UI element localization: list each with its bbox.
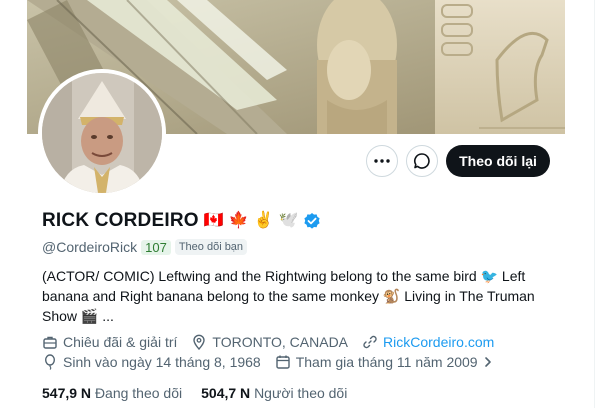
dove-emoji: 🕊️ bbox=[278, 212, 299, 229]
left-margin bbox=[0, 0, 27, 408]
verified-badge-icon[interactable] bbox=[303, 212, 321, 230]
bio: (ACTOR/ COMIC) Leftwing and the Rightwin… bbox=[42, 268, 535, 324]
calendar-icon bbox=[276, 355, 290, 369]
website-item[interactable]: RickCordeiro.com bbox=[362, 334, 494, 350]
right-margin bbox=[565, 0, 597, 408]
followers-count: 504,7 N bbox=[201, 385, 251, 401]
name-row: RICK CORDEIRO 🇨🇦 🍁 ✌️ 🕊️ bbox=[42, 210, 321, 232]
website-link[interactable]: RickCordeiro.com bbox=[383, 334, 494, 350]
chevron-right-icon bbox=[484, 357, 491, 367]
location-label: TORONTO, CANADA bbox=[212, 334, 349, 350]
message-bubble-icon bbox=[414, 153, 430, 169]
handle-row: @CordeiroRick 107 Theo dõi bạn bbox=[42, 239, 248, 255]
display-name: RICK CORDEIRO bbox=[42, 210, 199, 231]
handle: @CordeiroRick bbox=[42, 239, 138, 255]
profile-meta-row-1: Chiêu đãi & giải trí TORONTO, CANADA Ric… bbox=[42, 334, 494, 350]
briefcase-icon bbox=[43, 336, 57, 349]
maple-leaf-emoji: 🍁 bbox=[228, 212, 249, 229]
joined-label: Tham gia tháng 11 năm 2009 bbox=[295, 354, 478, 370]
follow-stats: 547,9 N Đang theo dõi 504,7 N Người theo… bbox=[42, 385, 347, 401]
followers-stat[interactable]: 504,7 N Người theo dõi bbox=[201, 385, 347, 401]
location-pin-icon bbox=[193, 334, 206, 350]
profile-meta-row-2: Sinh vào ngày 14 tháng 8, 1968 Tham gia … bbox=[42, 354, 493, 370]
following-count: 547,9 N bbox=[42, 385, 92, 401]
following-stat[interactable]: 547,9 N Đang theo dõi bbox=[42, 385, 182, 401]
victory-hand-emoji: ✌️ bbox=[253, 212, 274, 229]
location-item: TORONTO, CANADA bbox=[191, 334, 348, 350]
balloon-icon bbox=[44, 354, 56, 370]
avatar[interactable] bbox=[38, 69, 166, 197]
birthday-label: Sinh vào ngày 14 tháng 8, 1968 bbox=[63, 354, 261, 370]
more-horizontal-icon bbox=[374, 159, 390, 163]
birthday-item: Sinh vào ngày 14 tháng 8, 1968 bbox=[42, 354, 261, 370]
follow-back-button[interactable]: Theo dõi lại bbox=[446, 145, 550, 177]
more-button[interactable] bbox=[366, 145, 398, 177]
message-button[interactable] bbox=[406, 145, 438, 177]
avatar-photo bbox=[42, 73, 162, 193]
follows-you-badge: Theo dõi bạn bbox=[174, 239, 248, 255]
canada-flag-emoji: 🇨🇦 bbox=[203, 212, 224, 229]
link-icon bbox=[363, 335, 377, 349]
count-badge: 107 bbox=[141, 239, 171, 255]
follow-back-label: Theo dõi lại bbox=[459, 153, 537, 169]
category-item: Chiêu đãi & giải trí bbox=[42, 334, 177, 350]
following-label: Đang theo dõi bbox=[94, 385, 183, 401]
category-label: Chiêu đãi & giải trí bbox=[63, 334, 178, 350]
joined-item[interactable]: Tham gia tháng 11 năm 2009 bbox=[275, 354, 493, 370]
followers-label: Người theo dõi bbox=[254, 385, 348, 401]
